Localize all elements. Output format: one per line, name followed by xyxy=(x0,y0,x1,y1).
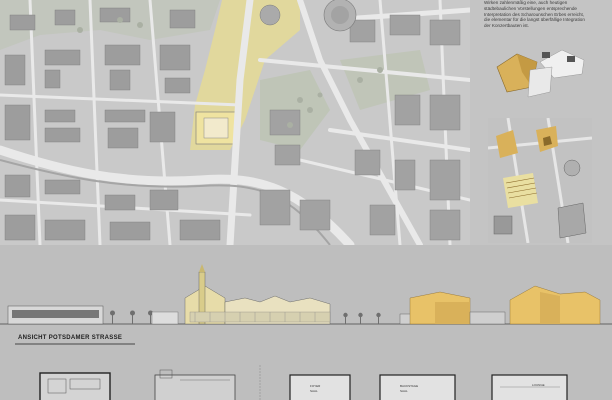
plan-label-3: BACKSTAGE xyxy=(400,384,419,388)
floor-plan-5 xyxy=(491,374,568,400)
floor-plan-1 xyxy=(39,372,111,400)
site-plan-map xyxy=(0,0,470,245)
plan-label-1: FOYER xyxy=(310,384,321,388)
floor-plan-2 xyxy=(154,365,261,400)
floor-plans-row xyxy=(39,365,568,400)
plan-label-5: LOUNGE xyxy=(532,383,545,387)
elevation-title-underline xyxy=(15,343,135,345)
description-text: Wirken zahlenmäßig eine, auch heutigen s… xyxy=(484,0,585,29)
street-elevation xyxy=(0,264,612,325)
massing-model-view xyxy=(496,49,585,98)
site-plan-drawing xyxy=(0,0,470,245)
site-detail-plan xyxy=(488,118,592,243)
elevation-title: ANSICHT POTSDAMER STRASSE xyxy=(18,335,123,341)
plan-label-4: SAAL xyxy=(400,389,408,393)
plan-label-2: SAAL xyxy=(310,389,318,393)
